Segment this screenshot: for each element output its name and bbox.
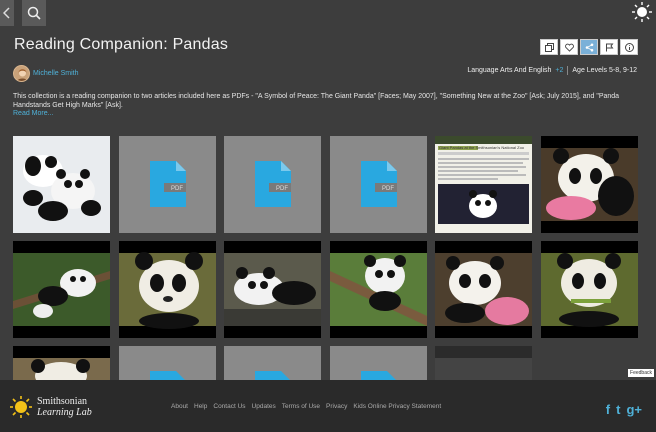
pdf-file-icon (255, 161, 291, 207)
resource-tile[interactable] (13, 241, 110, 338)
resource-tile[interactable] (13, 136, 110, 233)
facebook-icon[interactable]: f (606, 402, 610, 417)
brand-name: Smithsonian (37, 396, 88, 407)
smithsonian-learning-lab-logo[interactable]: Smithsonian Learning Lab (10, 396, 92, 418)
search-button[interactable] (22, 0, 46, 26)
footer-link-terms[interactable]: Terms of Use (282, 403, 320, 410)
resource-tile[interactable] (435, 346, 532, 380)
flag-icon (605, 43, 613, 51)
top-bar (0, 0, 656, 26)
footer-links: About Help Contact Us Updates Terms of U… (171, 403, 441, 410)
resource-tile[interactable]: PDF (119, 136, 216, 233)
collection-description: This collection is a reading companion t… (13, 93, 620, 109)
feedback-tab[interactable]: Feedback (628, 369, 654, 377)
pdf-badge: PDF (276, 186, 288, 192)
footer-link-about[interactable]: About (171, 403, 188, 410)
page-title: Reading Companion: Pandas (14, 36, 229, 53)
resource-tile[interactable]: PDF (330, 136, 427, 233)
flag-button[interactable] (600, 39, 618, 55)
resource-tile[interactable] (224, 346, 321, 380)
pandas-in-snow-image (13, 136, 110, 233)
info-button[interactable] (620, 39, 638, 55)
footer-link-kids-privacy[interactable]: Kids Online Privacy Statement (353, 403, 441, 410)
info-icon (624, 42, 634, 52)
resource-tile[interactable] (119, 346, 216, 380)
search-icon (27, 6, 41, 20)
avatar (13, 65, 30, 82)
webpage-title: Giant Pandas at the Smithsonian's Nation… (439, 145, 525, 150)
panda-partial-image (13, 346, 110, 380)
resource-tile[interactable] (13, 346, 110, 380)
share-button[interactable] (580, 39, 598, 55)
panda-eating-bamboo-image (541, 241, 638, 338)
pdf-file-icon (255, 371, 291, 380)
collection-actions (540, 39, 638, 55)
back-button[interactable] (0, 0, 14, 26)
footer-link-contact[interactable]: Contact Us (213, 403, 245, 410)
social-links: f t g+ (606, 402, 642, 417)
google-plus-icon[interactable]: g+ (626, 402, 642, 417)
pdf-badge: PDF (171, 186, 183, 192)
footer-link-privacy[interactable]: Privacy (326, 403, 347, 410)
pdf-file-icon (150, 161, 186, 207)
resource-tile[interactable] (224, 241, 321, 338)
panda-on-branch-image (13, 241, 110, 338)
pdf-file-icon (361, 161, 397, 207)
author-name[interactable]: Michelle Smith (33, 70, 79, 77)
collection-meta: Language Arts And English +2 Age Levels … (467, 66, 637, 75)
heart-icon (564, 43, 574, 52)
site-footer: Smithsonian Learning Lab About Help Cont… (0, 380, 656, 432)
meta-divider (567, 66, 569, 75)
copy-button[interactable] (540, 39, 558, 55)
resource-tile[interactable] (330, 241, 427, 338)
dark-photo-image (435, 346, 532, 380)
panda-cub-with-ball-image (435, 241, 532, 338)
read-more-link[interactable]: Read More... (13, 110, 53, 117)
panda-cub-pink-ball-image (541, 136, 638, 233)
pdf-file-icon (361, 371, 397, 380)
resource-tile[interactable] (435, 241, 532, 338)
resource-tile[interactable] (541, 136, 638, 233)
pdf-file-icon (150, 371, 186, 380)
age-levels: Age Levels 5-8, 9-12 (572, 67, 637, 74)
share-icon (585, 43, 593, 51)
chevron-left-icon (3, 7, 10, 19)
pdf-badge: PDF (382, 186, 394, 192)
footer-link-help[interactable]: Help (194, 403, 207, 410)
subject-label: Language Arts And English (467, 67, 552, 74)
resource-tile[interactable] (119, 241, 216, 338)
panda-in-tree-image (330, 241, 427, 338)
resource-tile[interactable]: PDF (224, 136, 321, 233)
footer-link-updates[interactable]: Updates (252, 403, 276, 410)
sun-logo-icon (10, 396, 32, 418)
panda-cub-lying-image (224, 241, 321, 338)
resource-tile[interactable] (330, 346, 427, 380)
copy-icon (544, 42, 554, 52)
more-subjects-link[interactable]: +2 (555, 67, 563, 74)
webpage-thumbnail-image (435, 136, 532, 233)
brand-subname: Learning Lab (37, 407, 92, 418)
smithsonian-sun-icon[interactable] (632, 2, 652, 22)
resource-tile[interactable]: Giant Pandas at the Smithsonian's Nation… (435, 136, 532, 233)
favorite-button[interactable] (560, 39, 578, 55)
resource-tile[interactable] (541, 241, 638, 338)
panda-cub-face-image (119, 241, 216, 338)
twitter-icon[interactable]: t (616, 402, 620, 417)
author[interactable]: Michelle Smith (13, 65, 79, 82)
